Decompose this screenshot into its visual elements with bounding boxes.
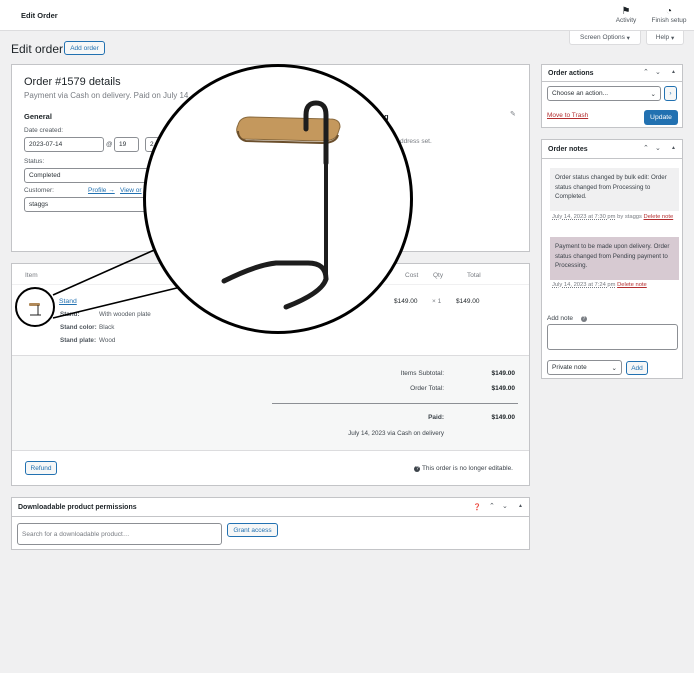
note-meta: July 14, 2023 at 7:24 pm Delete note (552, 282, 647, 288)
chevron-down-icon: ⌄ (650, 90, 656, 98)
customer-label: Customer: (24, 187, 54, 194)
half-circle-icon: ◔ (665, 6, 673, 17)
date-label: Date created: (24, 127, 64, 134)
chevron-up-icon[interactable]: ⌃ (489, 502, 495, 510)
help-icon[interactable]: ❓ (473, 503, 481, 511)
order-title: Order #1579 details (24, 76, 121, 88)
meta-key: Stand: (60, 311, 80, 318)
totals-section: Items Subtotal: $149.00 Order Total: $14… (12, 355, 529, 451)
toggle-arrow-icon[interactable]: ▲ (671, 145, 676, 151)
profile-link[interactable]: Profile → (88, 187, 115, 194)
cost-column-header: Cost (405, 272, 419, 279)
order-note-customer: Payment to be made upon delivery. Order … (550, 237, 679, 280)
add-note-button[interactable]: Add (626, 361, 648, 375)
downloadable-product-search[interactable]: Search for a downloadable product… (17, 523, 222, 545)
item-name-link[interactable]: Stand (59, 298, 77, 305)
chevron-down-icon[interactable]: ⌄ (655, 144, 661, 152)
finish-setup-button[interactable]: ◔ Finish setup (648, 6, 690, 24)
order-notes-panel: Order notes ⌃ ⌄ ▲ Order status changed b… (541, 139, 683, 379)
activity-button[interactable]: ⚑ Activity (613, 6, 639, 24)
paid-value: $149.00 (491, 414, 516, 421)
meta-value: With wooden plate (99, 311, 151, 318)
grant-access-button[interactable]: Grant access (227, 523, 278, 537)
screen-options-tab[interactable]: Screen Options ▾ (569, 31, 641, 45)
downloadable-permissions-panel: Downloadable product permissions ❓ ⌃ ⌄ ▲… (11, 497, 530, 550)
view-orders-link[interactable]: View or (120, 187, 142, 194)
help-tab[interactable]: Help ▾ (646, 31, 684, 45)
refund-button[interactable]: Refund (25, 461, 57, 475)
order-total-label: Order Total: (410, 385, 444, 392)
subtotal-label: Items Subtotal: (400, 370, 444, 377)
meta-key: Stand plate: (60, 337, 97, 344)
paid-note: July 14, 2023 via Cash on delivery (348, 430, 444, 437)
qty-column-header: Qty (433, 272, 444, 279)
order-subtitle: Payment via Cash on delivery. Paid on Ju… (24, 91, 191, 100)
flag-icon: ⚑ (621, 6, 631, 17)
subtotal-value: $149.00 (491, 370, 516, 377)
item-cost: $149.00 (394, 298, 418, 305)
move-to-trash-link[interactable]: Move to Trash (547, 112, 588, 119)
total-column-header: Total (467, 272, 481, 279)
product-zoom-magnifier (143, 64, 413, 334)
update-button[interactable]: Update (644, 110, 678, 125)
apply-action-button[interactable]: › (664, 86, 677, 101)
order-actions-title: Order actions (548, 70, 594, 77)
chevron-up-icon[interactable]: ⌃ (643, 68, 649, 76)
meta-value: Wood (99, 337, 116, 344)
stand-thumbnail-image (29, 303, 41, 316)
order-total-value: $149.00 (491, 385, 516, 392)
customer-select[interactable]: staggs (24, 197, 159, 212)
date-input[interactable]: 2023-07-14 (24, 137, 104, 152)
item-qty: × 1 (432, 298, 442, 305)
billing-address-text: ddress set. (400, 138, 432, 145)
status-label: Status: (24, 158, 45, 165)
toggle-arrow-icon[interactable]: ▲ (518, 503, 523, 509)
general-heading: General (24, 112, 52, 121)
chevron-down-icon: ⌄ (611, 364, 617, 372)
status-select[interactable]: Completed (24, 168, 159, 183)
note-type-select[interactable]: Private note ⌄ (547, 360, 622, 375)
stand-product-image (221, 100, 341, 310)
hour-input[interactable]: 19 (114, 137, 139, 152)
add-note-textarea[interactable] (547, 324, 678, 350)
page-title: Edit order (11, 42, 64, 56)
meta-value: Black (99, 324, 115, 331)
chevron-up-icon[interactable]: ⌃ (643, 144, 649, 152)
order-notes-title: Order notes (548, 146, 588, 153)
totals-divider (272, 403, 518, 404)
product-thumbnail[interactable] (15, 287, 55, 327)
order-actions-header: Order actions ⌃ ⌄ ▲ (542, 65, 682, 82)
toggle-arrow-icon[interactable]: ▲ (671, 69, 676, 75)
pencil-icon[interactable]: ✎ (510, 110, 516, 118)
help-icon: ? (580, 316, 587, 322)
downloads-header: Downloadable product permissions ❓ ⌃ ⌄ ▲ (12, 498, 529, 517)
top-bar-title: Edit Order (21, 11, 58, 20)
at-label: @ (106, 141, 113, 148)
note-meta: July 14, 2023 at 7:30 pm by staggs Delet… (552, 214, 674, 220)
chevron-down-icon[interactable]: ⌄ (502, 502, 508, 510)
order-notes-header: Order notes ⌃ ⌄ ▲ (542, 140, 682, 159)
order-note-system: Order status changed by bulk edit: Order… (550, 168, 679, 211)
not-editable-notice: ? This order is no longer editable. (414, 465, 513, 472)
downloads-title: Downloadable product permissions (18, 504, 137, 511)
add-note-label: Add note ? (547, 315, 587, 322)
delete-note-link[interactable]: Delete note (644, 214, 674, 220)
add-order-button[interactable]: Add order (64, 41, 105, 55)
paid-label: Paid: (428, 414, 444, 421)
item-column-header: Item (25, 272, 38, 279)
help-icon: ? (414, 466, 421, 472)
chevron-down-icon[interactable]: ⌄ (655, 68, 661, 76)
delete-note-link[interactable]: Delete note (617, 282, 647, 288)
top-bar: Edit Order ⚑ Activity ◔ Finish setup (0, 0, 694, 31)
item-total: $149.00 (456, 298, 480, 305)
meta-key: Stand color: (60, 324, 97, 331)
order-actions-panel: Order actions ⌃ ⌄ ▲ Choose an action... … (541, 64, 683, 128)
order-action-select[interactable]: Choose an action... ⌄ (547, 86, 661, 101)
